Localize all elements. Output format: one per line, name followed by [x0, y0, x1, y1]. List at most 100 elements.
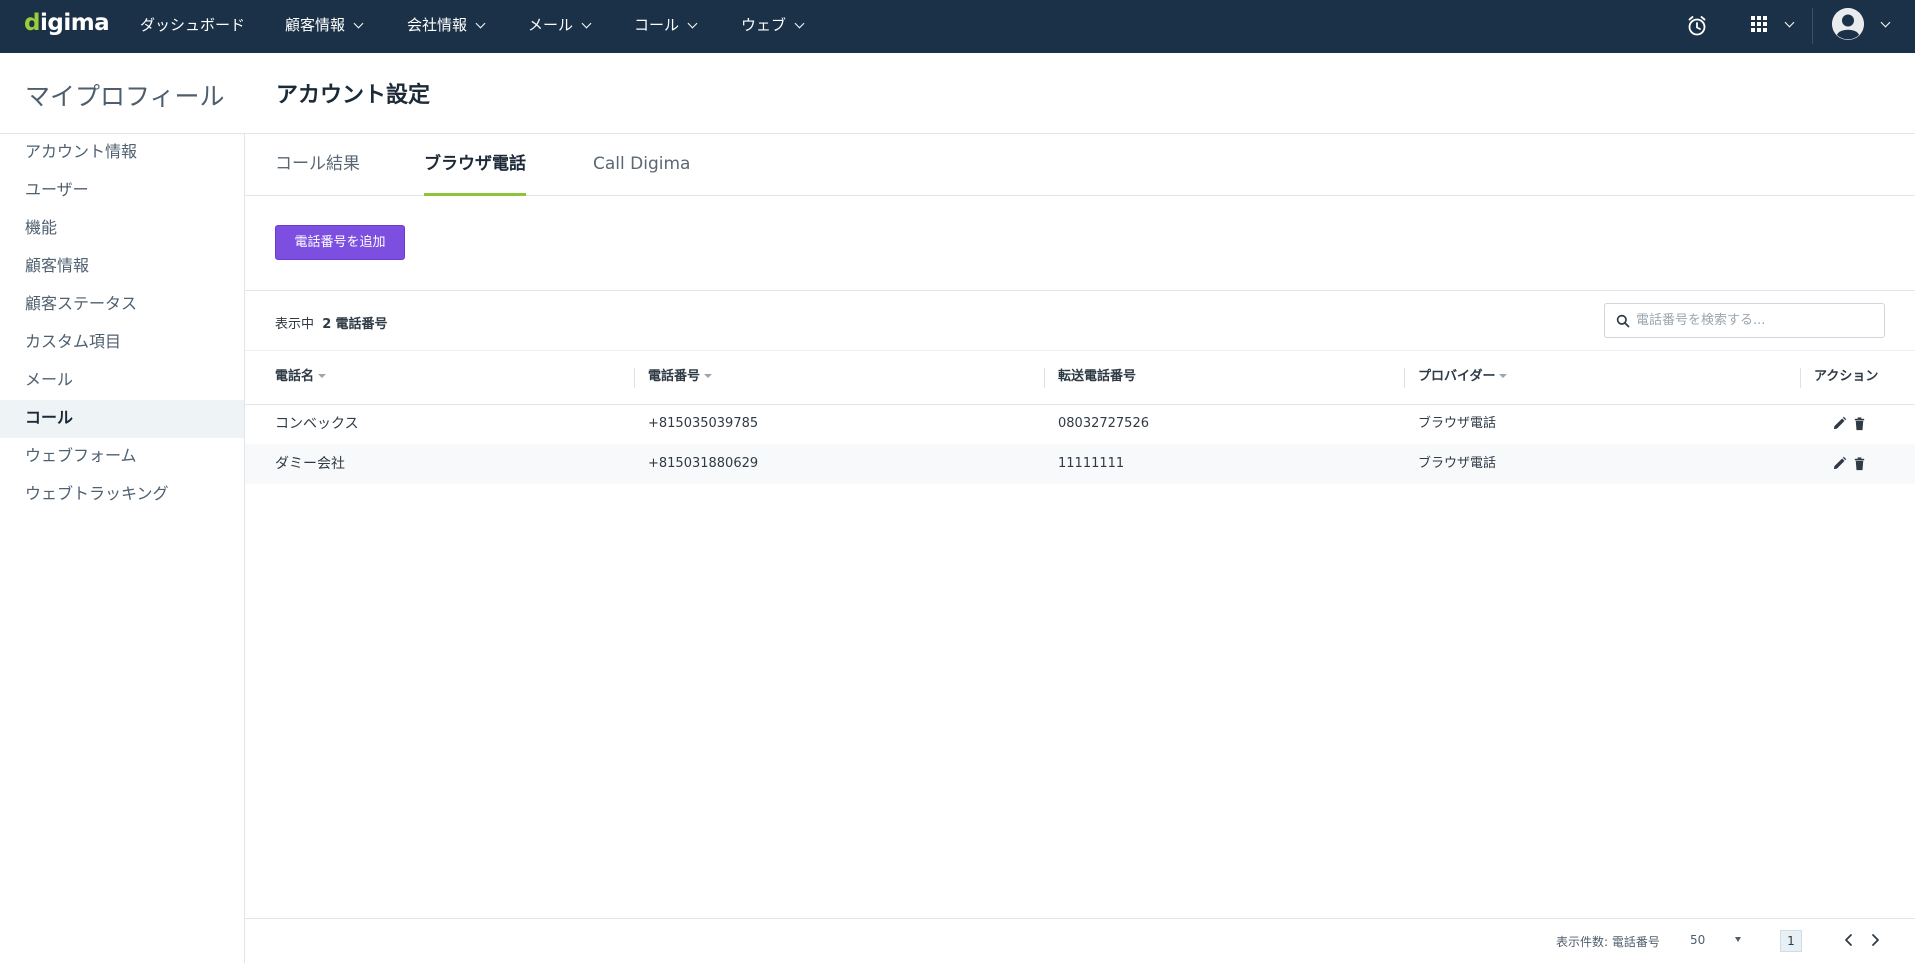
column-header-forward-number: 転送電話番号: [1058, 351, 1136, 404]
sidebar-item-label: ウェブトラッキング: [25, 484, 169, 503]
cell-phone-name: ダミー会社: [275, 456, 345, 472]
user-avatar-icon[interactable]: [1832, 8, 1864, 40]
sidebar-item-label: ユーザー: [25, 180, 89, 199]
add-phone-number-button[interactable]: 電話番号を追加: [275, 225, 405, 260]
sidebar-item-web-tracking[interactable]: ウェブトラッキング: [0, 476, 244, 514]
nav-mail-label: メール: [528, 16, 574, 34]
sidebar-item-label: 顧客情報: [25, 256, 90, 275]
search-icon: [1616, 314, 1630, 328]
nav-call-label: コール: [634, 16, 680, 34]
column-header-phone-number[interactable]: 電話番号: [648, 351, 713, 404]
phone-search-input[interactable]: [1636, 305, 1876, 336]
page-title: アカウント設定: [276, 83, 431, 108]
cell-forward-number: 11111111: [1058, 456, 1125, 471]
sidebar-item-label: メール: [25, 370, 74, 389]
result-count-suffix: 電話番号: [335, 317, 388, 332]
sidebar-item-customer-info[interactable]: 顧客情報: [0, 248, 244, 286]
nav-customer-info[interactable]: 顧客情報: [285, 0, 364, 53]
nav-company-info-label: 会社情報: [407, 16, 468, 34]
section-divider: [245, 290, 1915, 291]
nav-dashboard[interactable]: ダッシュボード: [140, 0, 245, 53]
nav-company-info[interactable]: 会社情報: [407, 0, 486, 53]
sidebar-item-label: 機能: [25, 218, 58, 237]
per-page-label: 表示件数: 電話番号: [1556, 935, 1660, 949]
tab-browser-phone[interactable]: ブラウザ電話: [424, 134, 526, 196]
nav-web-label: ウェブ: [741, 16, 787, 34]
chevron-down-icon: [687, 18, 698, 29]
column-divider: [1800, 368, 1801, 388]
page-header: マイプロフィール アカウント設定: [0, 53, 1915, 134]
column-divider: [1404, 368, 1405, 388]
nav-call[interactable]: コール: [634, 0, 698, 53]
tab-label: Call Digima: [593, 154, 691, 174]
sidebar-item-label: 顧客ステータス: [25, 294, 138, 313]
logo-text-rest: igima: [39, 10, 110, 36]
sort-caret-icon: [704, 374, 713, 378]
sidebar-item-web-form[interactable]: ウェブフォーム: [0, 438, 244, 476]
digima-logo[interactable]: digima: [24, 10, 110, 40]
column-label: プロバイダー: [1418, 369, 1496, 384]
edit-pencil-icon[interactable]: [1832, 456, 1847, 471]
column-header-provider[interactable]: プロバイダー: [1418, 351, 1508, 404]
sidebar-item-customer-status[interactable]: 顧客ステータス: [0, 286, 244, 324]
tab-call-digima[interactable]: Call Digima: [593, 134, 690, 195]
edit-pencil-icon[interactable]: [1832, 416, 1847, 431]
column-label: アクション: [1814, 369, 1879, 384]
page-number-current[interactable]: 1: [1780, 930, 1802, 952]
column-label: 転送電話番号: [1058, 369, 1137, 384]
avatar-silhouette-icon: [1832, 8, 1864, 40]
column-header-phone-name[interactable]: 電話名: [275, 351, 327, 404]
chevron-right-icon[interactable]: [1867, 932, 1883, 948]
table-row: ダミー会社 +815031880629 11111111 ブラウザ電話: [245, 444, 1915, 484]
delete-trash-icon[interactable]: [1852, 416, 1867, 431]
logo-d-glyph: d: [24, 10, 40, 36]
sidebar-item-label: カスタム項目: [25, 332, 122, 351]
sidebar-item-account-info[interactable]: アカウント情報: [0, 134, 244, 172]
nav-mail[interactable]: メール: [528, 0, 592, 53]
nav-web[interactable]: ウェブ: [741, 0, 805, 53]
sidebar-item-users[interactable]: ユーザー: [0, 172, 244, 210]
sidebar-item-mail[interactable]: メール: [0, 362, 244, 400]
phone-search-box[interactable]: [1604, 303, 1885, 338]
tab-label: コール結果: [275, 154, 360, 174]
pagination-footer: 表示件数: 電話番号 50 1: [245, 918, 1915, 964]
column-divider: [1044, 368, 1045, 388]
sidebar-item-features[interactable]: 機能: [0, 210, 244, 248]
tab-call-results[interactable]: コール結果: [275, 134, 360, 195]
result-count-prefix: 表示中: [275, 317, 315, 332]
my-profile-title: マイプロフィール: [25, 82, 225, 111]
table-row: コンベックス +815035039785 08032727526 ブラウザ電話: [245, 404, 1915, 444]
chevron-down-icon: [581, 18, 592, 29]
per-page-value: 50: [1690, 933, 1706, 947]
tab-label: ブラウザ電話: [424, 154, 526, 174]
sidebar-item-label: コール: [25, 408, 74, 427]
call-settings-tabs: コール結果 ブラウザ電話 Call Digima: [245, 134, 1915, 196]
nav-dashboard-label: ダッシュボード: [140, 16, 246, 34]
alarm-clock-icon[interactable]: [1685, 14, 1709, 38]
cell-provider: ブラウザ電話: [1418, 456, 1497, 471]
table-header: 電話名 電話番号 転送電話番号 プロバイダー アクション: [245, 350, 1915, 405]
top-navbar: digima ダッシュボード 顧客情報 会社情報 メール コール ウェブ: [0, 0, 1915, 53]
chevron-down-icon[interactable]: [1880, 17, 1891, 28]
sidebar-item-call[interactable]: コール: [0, 400, 244, 438]
nav-divider: [1812, 8, 1813, 44]
chevron-left-icon[interactable]: [1841, 932, 1857, 948]
chevron-down-icon: [475, 18, 486, 29]
dropdown-caret-icon: [1735, 937, 1741, 942]
cell-phone-number: +815035039785: [648, 416, 759, 431]
nav-customer-info-label: 顧客情報: [285, 16, 346, 34]
apps-grid-icon[interactable]: [1749, 14, 1769, 34]
chevron-down-icon[interactable]: [1784, 17, 1795, 28]
per-page-select[interactable]: 50: [1690, 929, 1750, 951]
sort-caret-icon: [1499, 374, 1508, 378]
result-count: 表示中 2 電話番号: [275, 313, 387, 332]
sidebar-item-custom-fields[interactable]: カスタム項目: [0, 324, 244, 362]
chevron-down-icon: [794, 18, 805, 29]
chevron-down-icon: [353, 18, 364, 29]
column-header-actions: アクション: [1814, 351, 1878, 404]
sort-caret-icon: [318, 374, 327, 378]
delete-trash-icon[interactable]: [1852, 456, 1867, 471]
column-label: 電話番号: [648, 369, 701, 384]
settings-sidebar: アカウント情報 ユーザー 機能 顧客情報 顧客ステータス カスタム項目 メール …: [0, 134, 245, 963]
cell-phone-number: +815031880629: [648, 456, 759, 471]
